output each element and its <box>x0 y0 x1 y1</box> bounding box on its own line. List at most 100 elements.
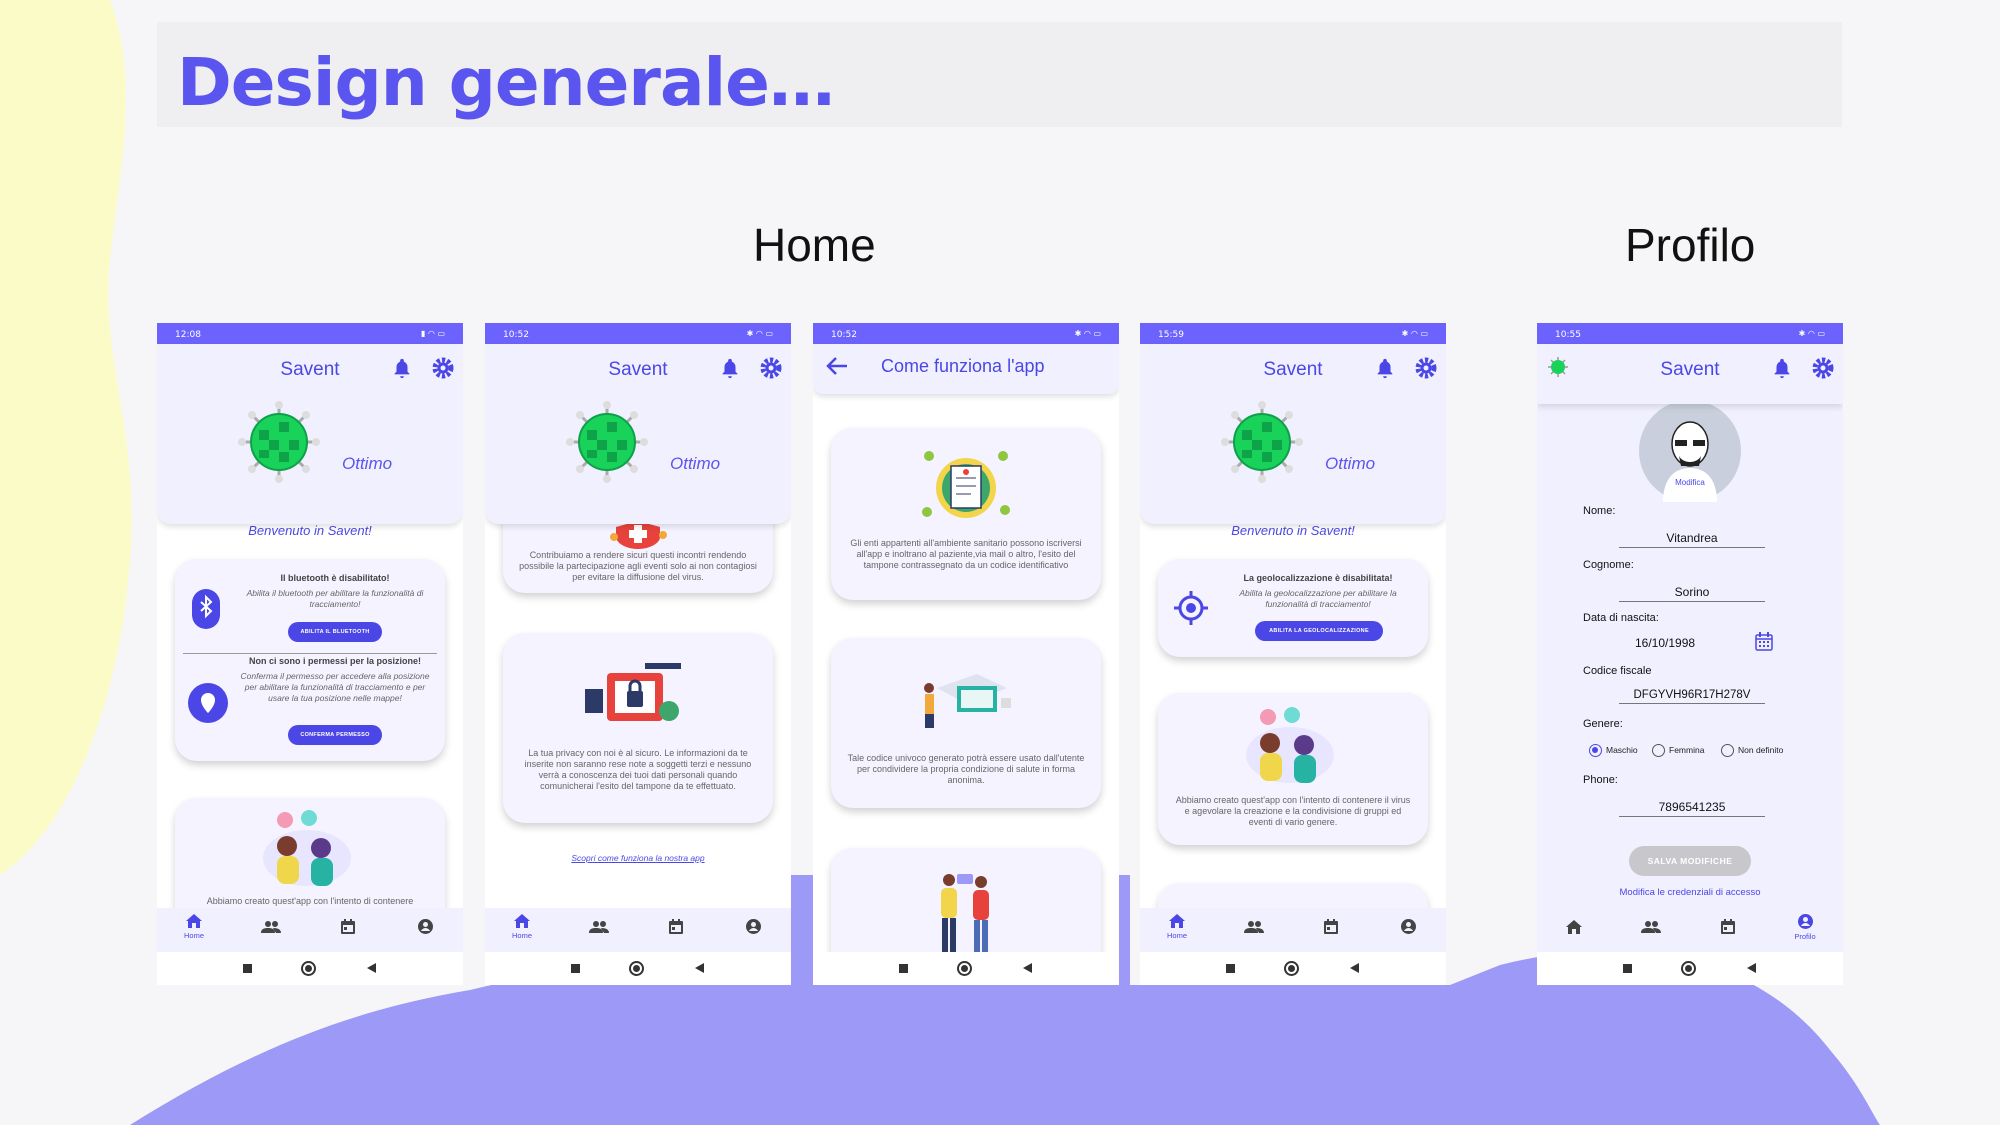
gender-label: Genere: <box>1583 718 1623 730</box>
step2-card: Tale codice univoco generato potrà esser… <box>831 638 1101 808</box>
edit-avatar-link[interactable]: Modifica <box>1639 478 1741 487</box>
app-header: Savent Ottimo <box>157 344 463 524</box>
nav-profile[interactable] <box>405 919 445 934</box>
phone-field[interactable]: 7896541235 <box>1619 800 1765 817</box>
back-button[interactable] <box>1023 963 1032 973</box>
app-header: Savent <box>1537 344 1843 404</box>
recents-button[interactable] <box>243 964 252 973</box>
people-chat-illustration <box>263 810 351 886</box>
bell-icon[interactable] <box>391 356 413 380</box>
status-icons: ✱ ◠ ▭ <box>1074 329 1101 338</box>
gear-icon[interactable] <box>431 356 455 380</box>
bell-icon[interactable] <box>1771 356 1793 380</box>
virus-status-icon <box>566 401 648 483</box>
recents-button[interactable] <box>571 964 580 973</box>
nav-calendar[interactable] <box>1311 919 1351 934</box>
welcome-text: Benvenuto in Savent! <box>248 523 372 538</box>
system-nav <box>813 952 1119 985</box>
back-arrow-icon[interactable] <box>825 356 849 376</box>
calendar-icon <box>1324 919 1338 934</box>
nav-home[interactable]: Home <box>502 914 542 940</box>
step1-text: Gli enti appartenti all'ambiente sanitar… <box>850 538 1082 570</box>
bell-icon[interactable] <box>719 356 741 380</box>
nav-home[interactable]: Home <box>174 914 214 940</box>
enable-geolocation-button[interactable]: ABILITA LA GEOLOCALIZZAZIONE <box>1255 621 1383 641</box>
nav-home-label: Home <box>183 931 204 940</box>
gender-option-undefined[interactable]: Non definito <box>1721 744 1783 757</box>
back-button[interactable] <box>1350 963 1359 973</box>
gps-target-icon <box>1174 591 1208 625</box>
save-changes-button[interactable]: SALVA MODIFICHE <box>1629 846 1751 876</box>
status-time: 10:52 <box>503 330 529 340</box>
geolocation-title: La geolocalizzazione è disabilitata! <box>1243 573 1393 583</box>
account-icon <box>417 919 433 934</box>
status-bar: 10:52 ✱ ◠ ▭ <box>813 323 1119 344</box>
app-header: Savent Ottimo <box>485 344 791 524</box>
nav-groups[interactable] <box>1234 921 1274 933</box>
app-header: Come funziona l'app <box>813 344 1119 394</box>
gear-icon[interactable] <box>1811 356 1835 380</box>
nav-profile[interactable] <box>1388 919 1428 934</box>
system-nav <box>157 952 463 985</box>
virus-status-icon <box>238 401 320 483</box>
back-button[interactable] <box>367 963 376 973</box>
app-title: Savent <box>608 359 668 380</box>
recents-button[interactable] <box>1226 964 1235 973</box>
home-button[interactable] <box>957 961 972 976</box>
permission-title: Non ci sono i permessi per la posizione! <box>248 656 422 666</box>
geolocation-text: Abilita la geolocalizzazione per abilita… <box>1239 588 1397 609</box>
bluetooth-title: Il bluetooth è disabilitato! <box>280 573 390 583</box>
welcome-text: Benvenuto in Savent! <box>1231 523 1355 538</box>
about-text: Abbiamo creato quest'app con l'intento d… <box>1175 795 1411 827</box>
back-button[interactable] <box>695 963 704 973</box>
permissions-card: Il bluetooth è disabilitato! Abilita il … <box>175 559 445 761</box>
home-button[interactable] <box>1284 961 1299 976</box>
birthdate-field[interactable]: 16/10/1998 <box>1635 636 1695 650</box>
enable-bluetooth-button[interactable]: ABILITA IL BLUETOOTH <box>288 622 382 642</box>
gender-female-label: Femmina <box>1669 744 1705 755</box>
nav-profile[interactable] <box>733 919 773 934</box>
account-icon <box>745 919 761 934</box>
status-icons: ✱ ◠ ▭ <box>1798 329 1825 338</box>
recents-button[interactable] <box>1623 964 1632 973</box>
gear-icon[interactable] <box>1414 356 1438 380</box>
gender-option-female[interactable]: Femmina <box>1652 744 1704 757</box>
people-chat-illustration <box>1246 707 1334 783</box>
nav-calendar[interactable] <box>1708 919 1748 934</box>
fiscal-code-field[interactable]: DFGYVH96R17H278V <box>1619 689 1765 704</box>
home-button[interactable] <box>629 961 644 976</box>
nav-groups[interactable] <box>251 921 291 933</box>
nav-home[interactable]: Home <box>1157 914 1197 940</box>
name-field[interactable]: Vitandrea <box>1619 531 1765 548</box>
phone-label: Phone: <box>1583 774 1618 786</box>
bluetooth-text: Abilita il bluetooth per abilitare la fu… <box>246 588 424 609</box>
nav-groups[interactable] <box>579 921 619 933</box>
page-title: Come funziona l'app <box>881 356 1045 376</box>
home-button[interactable] <box>1681 961 1696 976</box>
home-button[interactable] <box>301 961 316 976</box>
bell-icon[interactable] <box>1374 356 1396 380</box>
phone-profile: 10:55 ✱ ◠ ▭ Savent Modifica Nome: Vitandr… <box>1537 323 1843 985</box>
bottom-nav: Home <box>1140 908 1446 952</box>
bottom-nav: Home <box>485 908 791 952</box>
nav-home[interactable] <box>1554 920 1594 934</box>
recents-button[interactable] <box>899 964 908 973</box>
how-it-works-link[interactable]: Scopri come funziona la nostra app <box>485 853 791 863</box>
privacy-card: La tua privacy con noi è al sicuro. Le i… <box>503 633 773 823</box>
slide-title: Design generale… <box>177 44 835 121</box>
account-icon <box>1797 914 1813 929</box>
gear-icon[interactable] <box>759 356 783 380</box>
radio-unselected <box>1721 744 1734 757</box>
edit-credentials-link[interactable]: Modifica le credenziali di accesso <box>1537 887 1843 898</box>
nav-calendar[interactable] <box>328 919 368 934</box>
nav-profile[interactable]: Profilo <box>1785 914 1825 941</box>
calendar-picker-icon[interactable] <box>1755 632 1773 651</box>
nav-calendar[interactable] <box>656 919 696 934</box>
back-button[interactable] <box>1747 963 1756 973</box>
surname-field[interactable]: Sorino <box>1619 585 1765 602</box>
gender-option-male[interactable]: Maschio <box>1589 744 1638 757</box>
confirm-permission-button[interactable]: CONFERMA PERMESSO <box>288 725 382 745</box>
name-label: Nome: <box>1583 505 1616 517</box>
nav-home-label: Home <box>511 931 532 940</box>
nav-groups[interactable] <box>1631 921 1671 933</box>
